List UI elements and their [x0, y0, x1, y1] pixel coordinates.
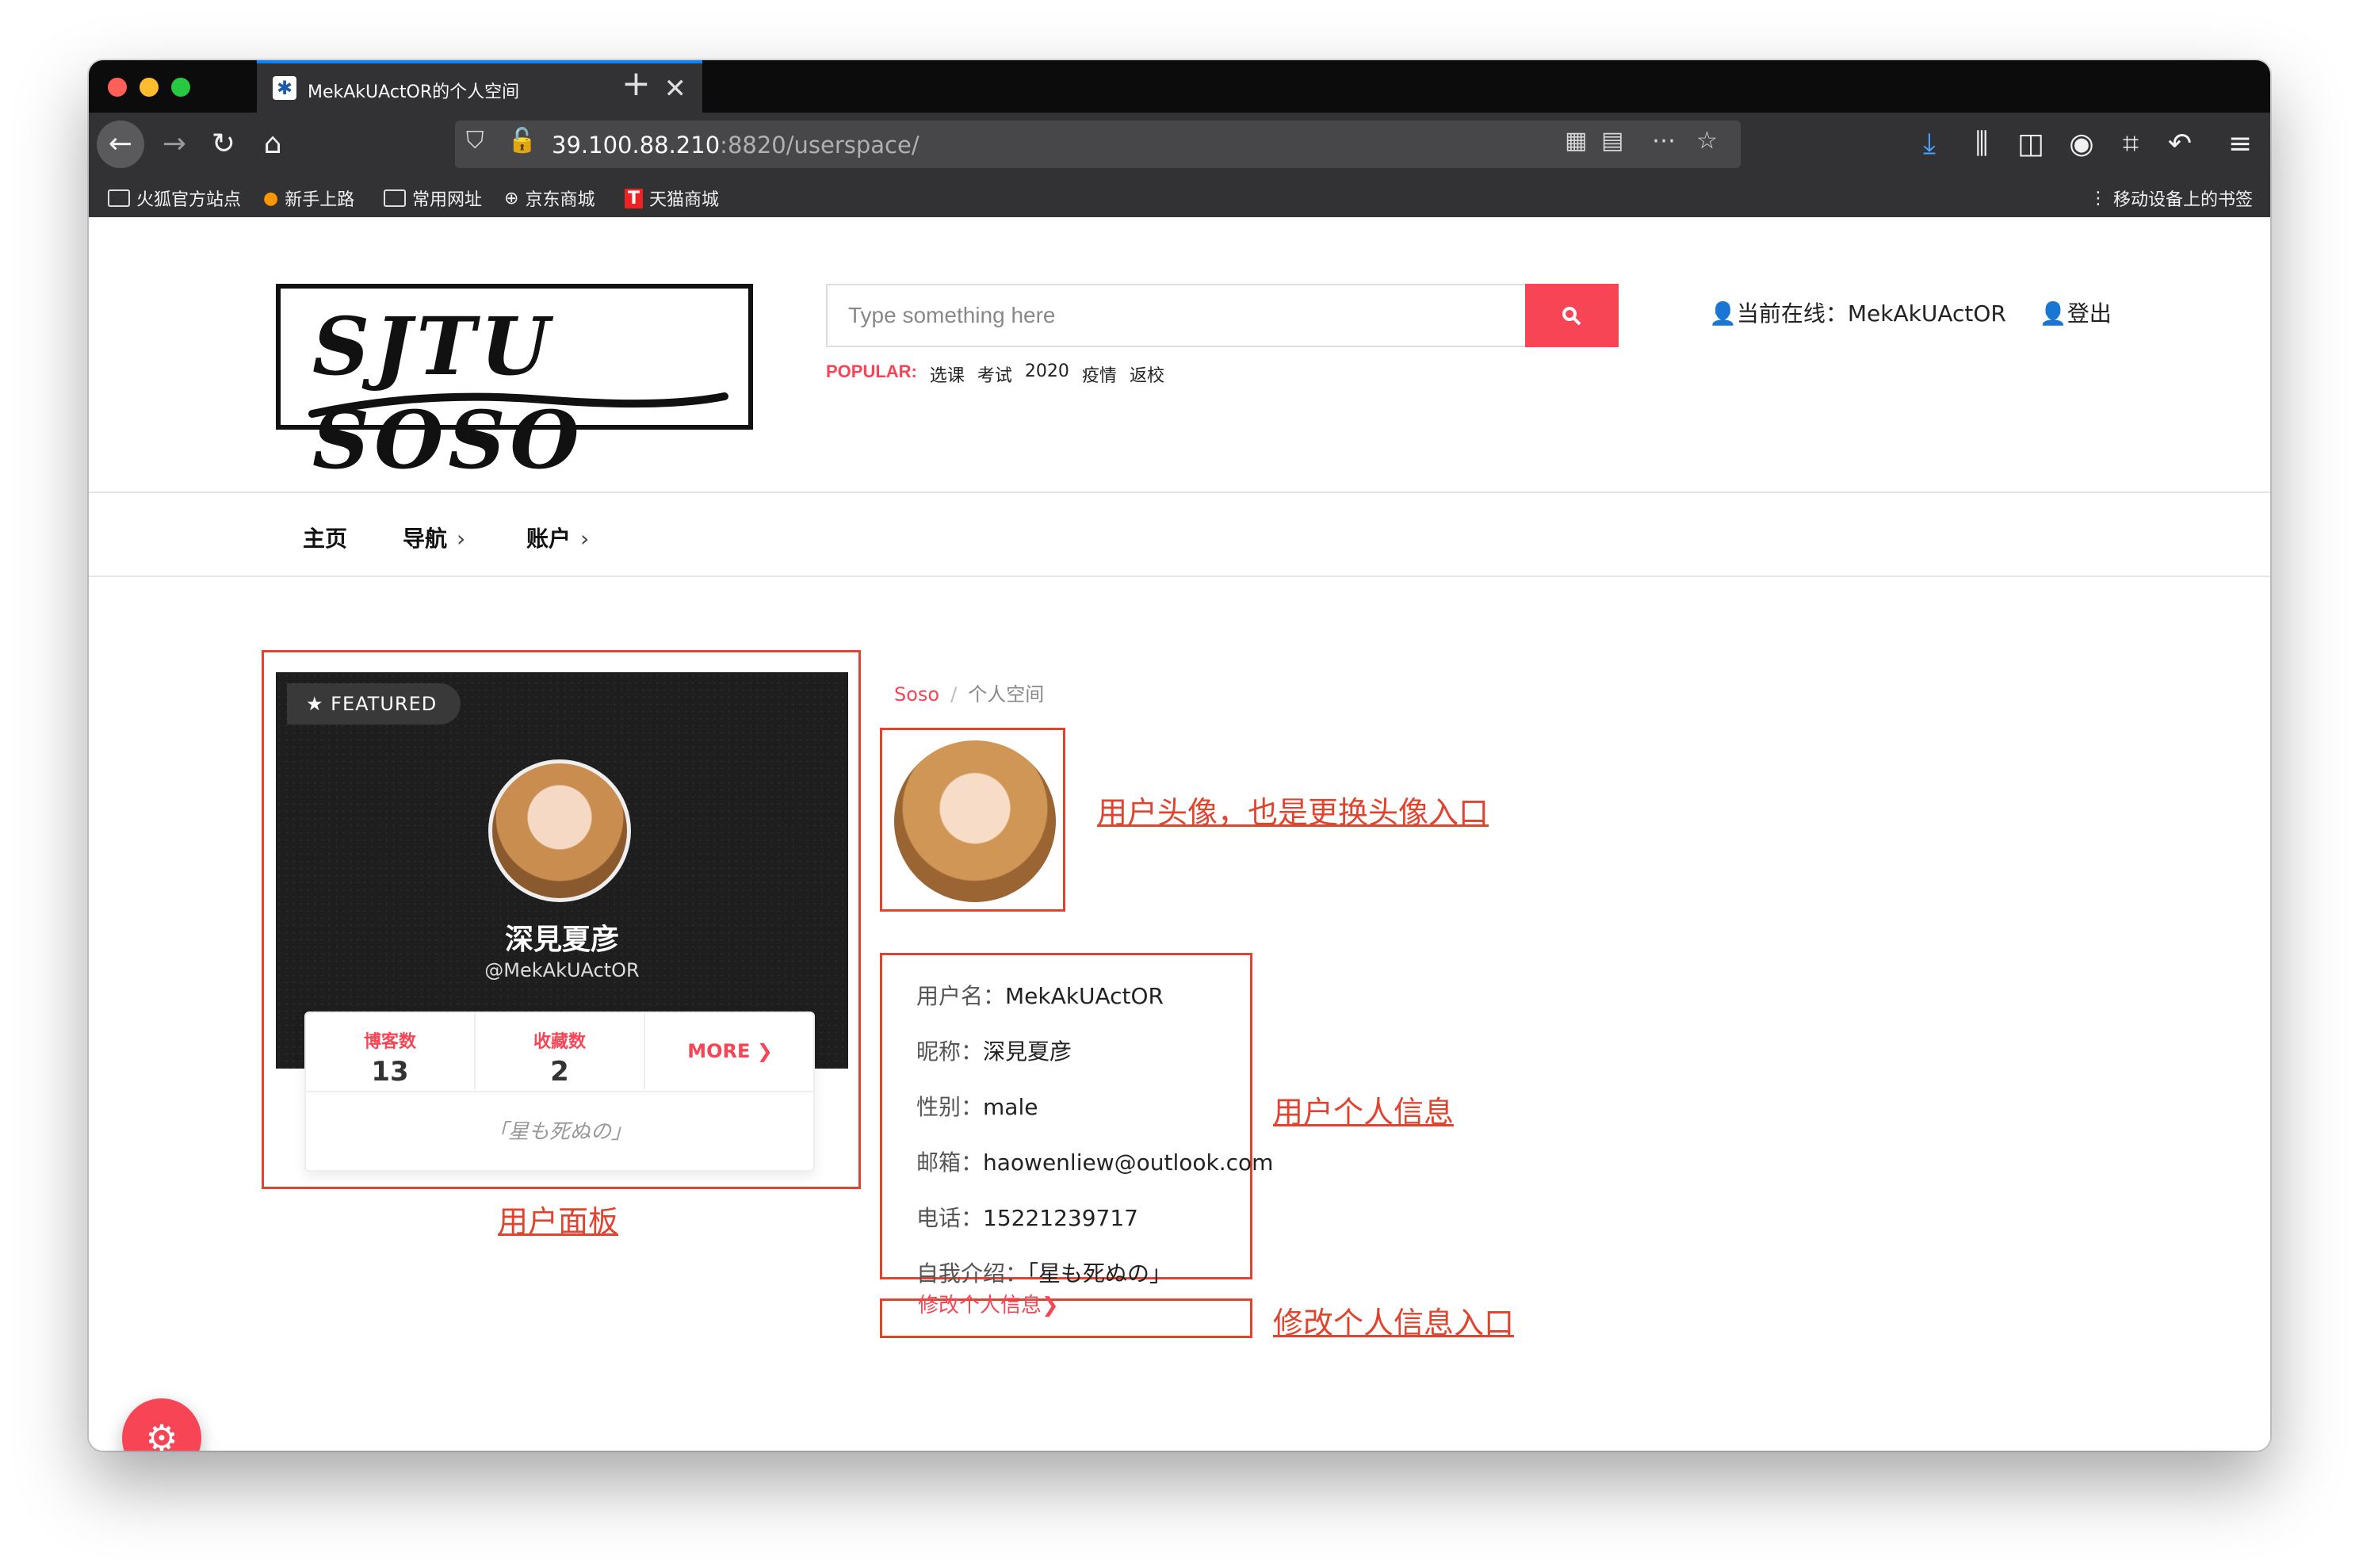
popular-tag[interactable]: 疫情 [1082, 361, 1117, 387]
info-email: 邮箱：haowenliew@outlook.com [916, 1149, 1274, 1176]
bookmark-item[interactable]: 火狐官方站点 [108, 185, 241, 211]
avatar-change-button[interactable] [894, 740, 1056, 902]
close-window-icon[interactable] [108, 78, 127, 97]
search-box [826, 284, 1619, 347]
search-button[interactable] [1525, 284, 1619, 347]
main-nav: 主页 导航 › 账户 › [89, 491, 2270, 577]
minimize-window-icon[interactable] [140, 78, 159, 97]
site-logo[interactable]: SJTU SOSO [276, 284, 753, 487]
mobile-folder-icon: ⋮ [2089, 188, 2107, 208]
folder-icon [384, 189, 406, 207]
breadcrumb: Soso / 个人空间 [894, 683, 1045, 706]
info-username: 用户名：MekAkUActOR [916, 983, 1164, 1009]
more-button[interactable]: MORE ❯ [645, 1013, 815, 1089]
tab-bar: ✱ MekAkUActOR的个人空间 ✕ + [89, 60, 2270, 113]
reader-view-icon[interactable]: ▤ [1601, 127, 1623, 155]
avatar [488, 759, 631, 902]
online-user[interactable]: 👤当前在线：MekAkUActOR [1709, 296, 2006, 328]
chevron-right-icon: › [580, 526, 590, 552]
popular-tag[interactable]: 返校 [1130, 361, 1164, 387]
page-actions-icon[interactable]: ⋯ [1652, 127, 1676, 155]
browser-toolbar: ← → ↻ ⌂ ⛉ 🔓 39.100.88.210:8820/userspace… [89, 113, 2270, 176]
mobile-bookmarks[interactable]: ⋮ 移动设备上的书签 [2089, 185, 2253, 211]
library-icon[interactable]: ⫼ [1958, 120, 2005, 168]
folder-icon [108, 189, 130, 207]
bookmark-item[interactable]: T 天猫商城 [625, 185, 719, 211]
url-bar[interactable]: ⛉ 🔓 39.100.88.210:8820/userspace/ ▦ ▤ ⋯ … [455, 120, 1741, 168]
info-nickname: 昵称：深見夏彦 [916, 1038, 1072, 1065]
annotation-panel: 用户面板 [498, 1204, 619, 1239]
logout-link[interactable]: 👤登出 [2040, 296, 2112, 328]
favorite-count[interactable]: 收藏数 2 [476, 1013, 645, 1089]
edit-profile-link[interactable]: 修改个人信息❯ [918, 1289, 1059, 1318]
blog-count[interactable]: 博客数 13 [306, 1013, 476, 1089]
breadcrumb-current: 个人空间 [968, 683, 1045, 706]
url-text: 39.100.88.210:8820/userspace/ [552, 132, 920, 159]
home-icon[interactable]: ⌂ [249, 120, 296, 168]
menu-icon[interactable]: ≡ [2216, 120, 2264, 168]
shield-icon[interactable]: ⛉ [466, 127, 484, 155]
tmall-icon: T [625, 188, 644, 208]
info-phone: 电话：15221239717 [916, 1205, 1138, 1231]
nav-account[interactable]: 账户 › [526, 522, 589, 553]
popular-tag[interactable]: 2020 [1025, 361, 1069, 387]
page-content: SJTU SOSO POPULAR: 选课 考试 2020 疫情 返校 👤当前在… [89, 217, 2270, 1451]
panel-handle: @MekAkUActOR [484, 959, 640, 981]
annotation-info: 用户个人信息 [1273, 1095, 1455, 1130]
popular-tag[interactable]: 考试 [977, 361, 1012, 387]
user-status: 👤当前在线：MekAkUActOR 👤登出 [1709, 296, 2112, 328]
browser-window: ✱ MekAkUActOR的个人空间 ✕ + ← → ↻ ⌂ ⛉ 🔓 39.10… [89, 60, 2270, 1451]
maximize-window-icon[interactable] [171, 78, 190, 97]
search-icon [1562, 306, 1581, 325]
info-gender: 性别：male [916, 1094, 1038, 1120]
user-info: 用户名：MekAkUActOR 昵称：深見夏彦 性别：male 邮箱：haowe… [916, 969, 1273, 1302]
chevron-right-icon: › [457, 526, 466, 552]
firefox-icon: ● [263, 188, 279, 208]
annotation-avatar: 用户头像，也是更换头像入口 [1097, 795, 1489, 830]
globe-icon: ⊕ [504, 188, 519, 208]
screenshot-icon[interactable]: ⌗ [2107, 120, 2154, 168]
bookmark-star-icon[interactable]: ☆ [1696, 127, 1718, 155]
bookmark-item[interactable]: 常用网址 [384, 185, 482, 211]
user-panel-card: ★ FEATURED 深見夏彦 @MekAkUActOR [276, 672, 848, 1069]
tab-title: MekAkUActOR的个人空间 [308, 82, 520, 102]
reload-icon[interactable]: ↻ [200, 120, 247, 168]
bookmarks-bar: 火狐官方站点 ● 新手上路 常用网址 ⊕ 京东商城 T 天猫商城 ⋮ 移动设备上的书签 [89, 176, 2270, 217]
motto: 「星も死ぬの」 [306, 1091, 813, 1170]
featured-badge: ★ FEATURED [287, 683, 461, 725]
sidebar-icon[interactable]: ◫ [2007, 120, 2055, 168]
undo-icon[interactable]: ↶ [2156, 120, 2204, 168]
tab-close-icon[interactable]: ✕ [664, 73, 687, 105]
stats-panel: 博客数 13 收藏数 2 MORE ❯ 「星も死ぬの」 [304, 1012, 815, 1172]
popular-label: POPULAR: [826, 361, 917, 381]
search-input[interactable] [828, 285, 1527, 346]
panel-nickname: 深見夏彦 [504, 924, 619, 956]
new-tab-icon[interactable]: + [621, 63, 651, 104]
account-icon[interactable]: ◉ [2058, 120, 2105, 168]
logo-swash [308, 392, 728, 418]
settings-fab[interactable]: ⚙ [122, 1398, 201, 1451]
forward-icon[interactable]: → [151, 120, 198, 168]
popular-tag[interactable]: 选课 [930, 361, 965, 387]
bookmark-item[interactable]: ⊕ 京东商城 [504, 185, 595, 211]
insecure-lock-icon[interactable]: 🔓 [507, 127, 537, 155]
popular-tags: POPULAR: 选课 考试 2020 疫情 返校 [826, 361, 1164, 387]
nav-home[interactable]: 主页 [303, 522, 347, 553]
gear-icon: ⚙ [145, 1417, 178, 1451]
nav-guide[interactable]: 导航 › [403, 522, 465, 553]
breadcrumb-home[interactable]: Soso [894, 683, 939, 706]
annotation-edit: 修改个人信息入口 [1273, 1306, 1515, 1340]
download-icon[interactable]: ⤓ [1906, 120, 1953, 168]
bookmark-item[interactable]: ● 新手上路 [263, 185, 354, 211]
qr-code-icon[interactable]: ▦ [1565, 127, 1587, 155]
back-icon[interactable]: ← [97, 120, 144, 168]
favicon-icon: ✱ [273, 76, 296, 100]
